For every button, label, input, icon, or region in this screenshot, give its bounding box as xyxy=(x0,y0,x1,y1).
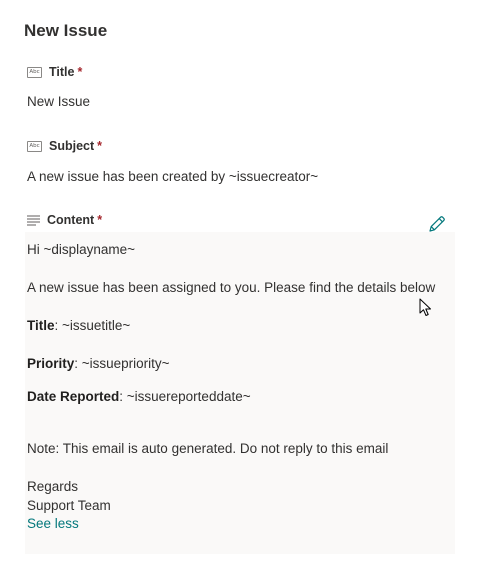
subject-label-text: Subject xyxy=(49,139,95,153)
title-field-label: Abc Title * xyxy=(27,65,82,79)
required-indicator: * xyxy=(97,139,103,153)
pencil-icon[interactable] xyxy=(427,214,447,234)
priority-value: : ~issuepriority~ xyxy=(74,356,170,371)
multiline-text-icon xyxy=(27,215,40,225)
title-field-value[interactable]: New Issue xyxy=(27,94,90,109)
content-label-text: Content xyxy=(47,213,95,227)
priority-label: Priority xyxy=(27,356,75,371)
new-issue-panel: New Issue Abc Title * New Issue Abc Subje… xyxy=(0,0,479,571)
content-priority: Priority: ~issuepriority~ xyxy=(27,356,170,371)
date-reported-value: : ~issuereporteddate~ xyxy=(119,389,251,404)
content-field-label: Content * xyxy=(27,213,102,227)
content-intro: A new issue has been assigned to you. Pl… xyxy=(27,280,436,295)
required-indicator: * xyxy=(97,213,103,227)
see-less-link[interactable]: See less xyxy=(27,516,79,531)
content-date-reported: Date Reported: ~issuereporteddate~ xyxy=(27,389,251,404)
content-greeting: Hi ~displayname~ xyxy=(27,242,136,257)
date-reported-label: Date Reported xyxy=(27,389,120,404)
content-issue-title: Title: ~issuetitle~ xyxy=(27,318,130,333)
issue-title-label: Title xyxy=(27,318,55,333)
text-field-icon: Abc xyxy=(27,66,42,78)
subject-field-value[interactable]: A new issue has been created by ~issuecr… xyxy=(27,169,318,184)
content-note: Note: This email is auto generated. Do n… xyxy=(27,441,389,456)
panel-title: New Issue xyxy=(24,21,108,40)
required-indicator: * xyxy=(77,65,83,79)
subject-field-label: Abc Subject * xyxy=(27,139,102,153)
text-field-icon: Abc xyxy=(27,140,42,152)
title-label-text: Title xyxy=(49,65,75,79)
content-signature: Support Team xyxy=(27,498,111,513)
content-regards: Regards xyxy=(27,479,79,494)
issue-title-value: : ~issuetitle~ xyxy=(54,318,131,333)
